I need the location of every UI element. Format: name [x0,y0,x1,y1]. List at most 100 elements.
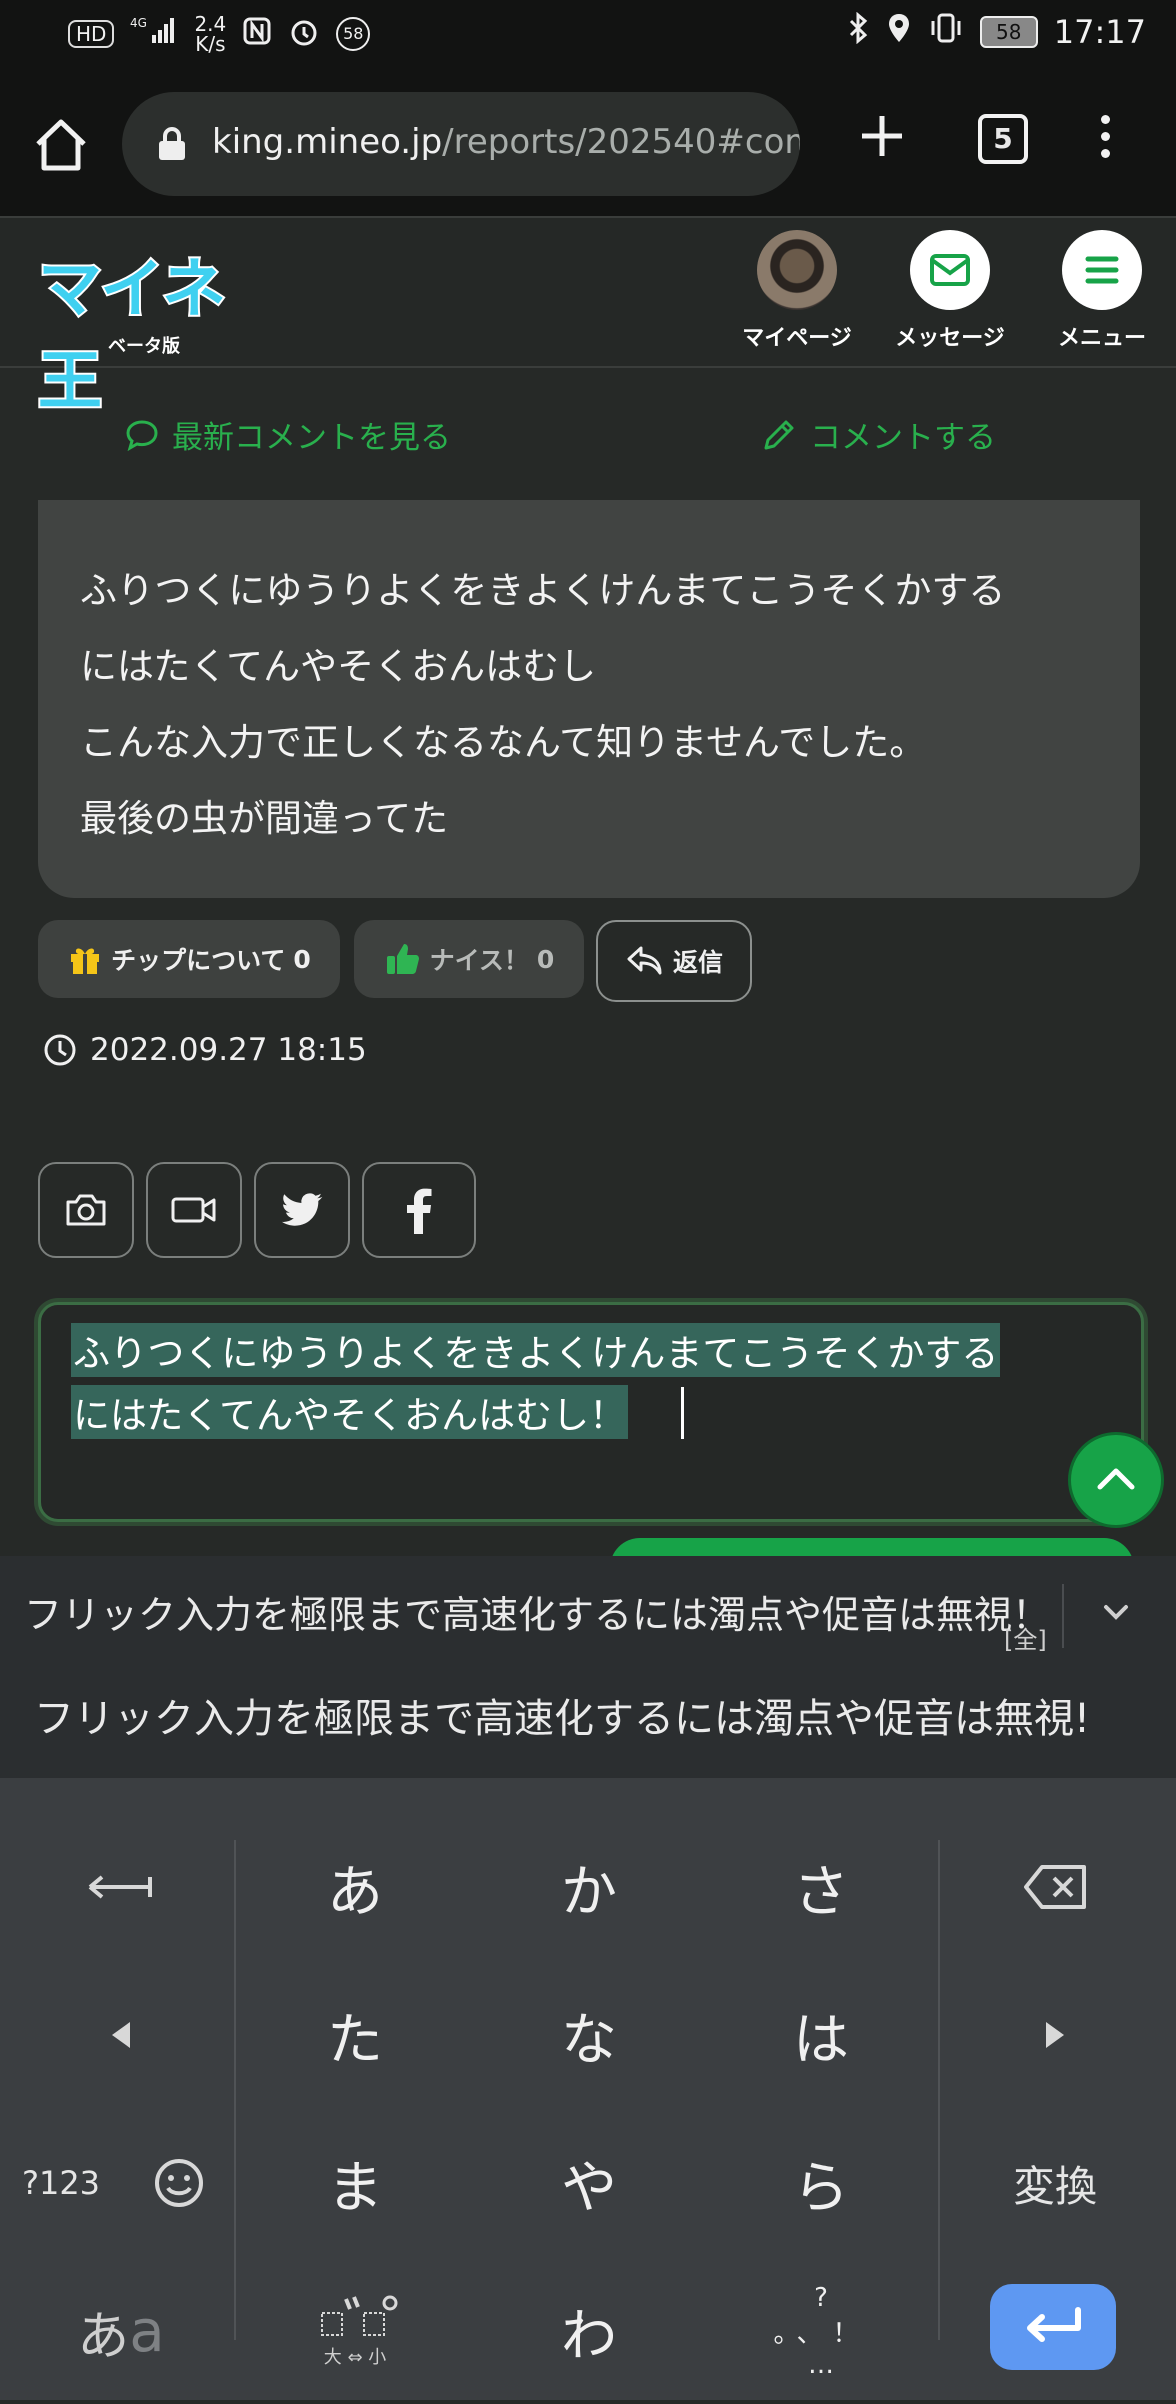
menu-label: メニュー [1057,326,1146,351]
url-path: /reports/202540#comi [442,122,800,162]
vibrate-icon [928,12,964,52]
punct-more: … [808,2349,834,2380]
backspace-key[interactable] [940,1814,1170,1960]
enter-key[interactable] [990,2284,1116,2370]
reply-label: 返信 [672,948,723,977]
chevron-up-icon [1097,1468,1135,1490]
selected-text-line: にはたくてんやそくおんはむし！ [71,1385,629,1439]
more-options-icon[interactable] [1090,110,1120,170]
cursor-left-key[interactable] [6,1962,236,2108]
home-button[interactable] [30,114,92,176]
expand-candidates-button[interactable] [1096,1592,1136,1636]
comment-textarea[interactable]: ふりつくにゆうりよくをきよくけんまてこうそくかする にはたくてんやそくおんはむし… [38,1302,1144,1522]
dakuten-icon [321,2295,398,2336]
attach-photo-button[interactable] [38,1162,134,1258]
kana-big: あ [77,2306,130,2367]
status-bar: HD 4G 2.4 K/s 58 58 17:17 [0,0,1176,72]
key-ka[interactable]: か [474,1814,704,1960]
facebook-icon [407,1188,432,1234]
mypage-button[interactable]: マイページ [727,230,867,352]
ime-candidate-bar: フリック入力を極限まで高速化するには濁点や促音は無視！ [全] フリック入力を極… [0,1556,1176,1778]
key-na[interactable]: な [474,1962,704,2108]
latest-comments-link[interactable]: 最新コメントを見る [124,412,451,457]
site-logo[interactable]: マイネ王 ベータ版 [36,238,278,421]
emoji-icon [155,2159,203,2207]
cursor-right-key[interactable] [940,1962,1170,2108]
alarm-icon [288,15,320,54]
comment-line: こんな入力で正しくなるなんて知りませんでした。 [80,721,927,764]
share-facebook-button[interactable] [362,1162,476,1258]
signal-icon: 4G [130,15,178,54]
new-tab-button[interactable] [852,106,912,166]
symbols-mode-key[interactable]: ?123 [0,2110,122,2256]
convert-key[interactable]: 変換 [940,2110,1170,2256]
nice-count: 0 [536,944,555,974]
tip-button[interactable]: チップについて 0 [38,920,340,998]
nice-label: ナイス！ [429,946,529,975]
scroll-to-top-button[interactable] [1068,1432,1164,1528]
plus-icon [862,116,902,156]
bluetooth-icon [848,11,870,52]
network-speed: 2.4 K/s [194,12,227,56]
candidate-1[interactable]: フリック入力を極限まで高速化するには濁点や促音は無視！ [24,1584,1050,1639]
logo-beta-label: ベータ版 [108,336,180,357]
chevron-down-icon [1104,1605,1128,1620]
punct-bottom: 。、！ [773,2318,869,2349]
kana-small: a [129,2297,165,2365]
flick-keyboard: ?123 あa あ か さ た な は ま や ら 大 ⇔ 小 わ ? 。、！ … [0,1778,1176,2400]
latest-comments-label: 最新コメントを見る [172,420,451,456]
site-header: マイネ王 ベータ版 マイページ メッセージ メニュー [0,218,1176,421]
messages-label: メッセージ [895,326,1005,351]
write-comment-link[interactable]: コメントする [760,412,996,457]
key-sa[interactable]: さ [706,1814,936,1960]
key-ra[interactable]: ら [706,2110,936,2256]
url-host: king.mineo.jp [212,122,443,162]
key-wa[interactable]: わ [474,2258,704,2404]
candidate-fullwidth-tag: [全] [1004,1626,1047,1654]
comment-line: 最後の虫が間違ってた [80,797,449,840]
url-text: king.mineo.jp/reports/202540#comi [212,122,800,162]
url-field[interactable]: king.mineo.jp/reports/202540#comi [122,92,800,196]
home-icon [36,119,86,171]
attach-video-button[interactable] [146,1162,242,1258]
emoji-key[interactable] [124,2110,234,2256]
key-ma[interactable]: ま [240,2110,470,2256]
logo-text: マイネ王 [36,251,228,421]
write-comment-label: コメントする [810,420,996,456]
mypage-label: マイページ [742,326,852,351]
dakuten-key[interactable]: 大 ⇔ 小 [240,2258,470,2404]
gift-icon [71,948,100,974]
comment-timestamp: 2022.09.27 18:15 [42,1032,367,1068]
reply-button[interactable]: 返信 [596,920,752,1002]
undo-key[interactable] [6,1814,236,1960]
punctuation-key[interactable]: ? 。、！ … [706,2258,936,2404]
reply-icon [627,946,662,975]
share-twitter-button[interactable] [254,1162,350,1258]
text-caret [681,1387,684,1439]
nice-button[interactable]: ナイス！ 0 [354,920,584,998]
tip-count: 0 [293,944,311,974]
key-a[interactable]: あ [240,1814,470,1960]
lock-icon [156,126,188,166]
key-ya[interactable]: や [474,2110,704,2256]
tip-label: チップについて [111,946,286,975]
clock-time: 17:17 [1053,13,1146,51]
candidate-divider [1062,1584,1064,1648]
battery-icon: 58 [979,16,1038,48]
camera-icon [66,1194,106,1226]
backspace-icon [1024,1865,1086,1909]
key-ta[interactable]: た [240,1962,470,2108]
tab-switcher-button[interactable]: 5 [978,114,1028,164]
video-camera-icon [171,1197,216,1223]
menu-button[interactable]: メニュー [1032,230,1172,352]
undo-arrow-icon [88,1875,152,1899]
key-ha[interactable]: は [706,1962,936,2108]
messages-button[interactable]: メッセージ [880,230,1020,352]
speech-bubble-icon [126,419,158,451]
kana-mode-key[interactable]: あa [6,2258,236,2404]
notification-count-badge: 58 [336,17,371,51]
location-icon [886,12,912,52]
dakuten-label: 大 ⇔ 小 [323,2347,387,2368]
candidate-2[interactable]: フリック入力を極限まで高速化するには濁点や促音は無視! [34,1686,1090,1744]
triangle-right-icon [1046,2022,1064,2048]
